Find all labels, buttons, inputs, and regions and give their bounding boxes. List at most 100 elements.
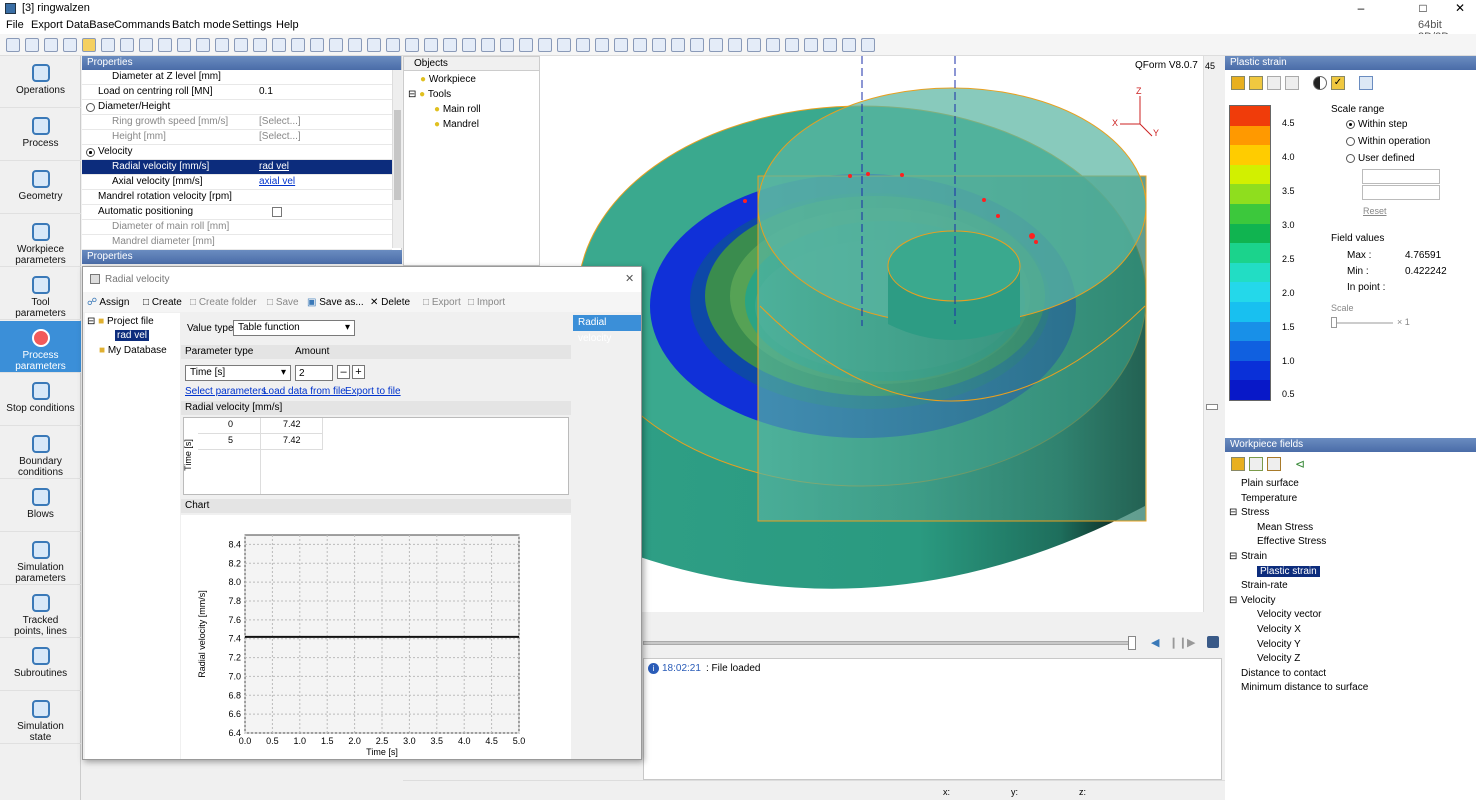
nav-simulation-state[interactable]: Simulation state [0,692,81,744]
field-velocity[interactable]: Velocity [1241,595,1275,606]
collapse-icon[interactable]: ⊟ [1229,551,1237,562]
nav-tracked-points-lines[interactable]: Tracked points, lines [0,586,81,638]
toolbar-button-33[interactable] [614,38,628,52]
object-tools[interactable]: ⊟ ● Tools [408,89,451,100]
nav-workpiece-parameters[interactable]: Workpiece parameters [0,215,81,267]
toolbar-button-41[interactable] [766,38,780,52]
object-main-roll[interactable]: ● Main roll [434,104,481,115]
toolbar-button-19[interactable] [348,38,362,52]
frame-slider[interactable]: 45 [1203,56,1220,612]
field-plain-surface[interactable]: Plain surface [1241,478,1299,489]
toolbar-button-16[interactable] [291,38,305,52]
toolbar-button-4[interactable] [63,38,77,52]
toolbar-button-32[interactable] [595,38,609,52]
menu-commands[interactable]: Commands [114,19,170,31]
nav-stop-conditions[interactable]: Stop conditions [0,374,81,426]
export-button[interactable]: □ Export [423,297,461,308]
user-max-field[interactable] [1362,169,1440,184]
toolbar-button-14[interactable] [253,38,267,52]
menu-database[interactable]: DataBase [66,19,114,31]
scale-icon[interactable] [1231,76,1245,90]
toolbar-button-44[interactable] [823,38,837,52]
property-row[interactable]: Diameter at Z level [mm] [82,70,392,85]
toolbar-button-45[interactable] [842,38,856,52]
properties-scrollbar[interactable] [392,70,402,248]
frame-slider-thumb[interactable] [1206,404,1218,410]
save-as-button[interactable]: ▣ Save as... [307,297,364,308]
nav-boundary-conditions[interactable]: Boundary conditions [0,427,81,479]
property-row[interactable]: Mandrel diameter [mm] [82,235,392,250]
nav-tool-parameters[interactable]: Tool parameters [0,268,81,320]
play-back-icon[interactable]: ◀ [1151,636,1159,649]
toolbar-button-27[interactable] [500,38,514,52]
fields-icon-1[interactable] [1231,457,1245,471]
toolbar-button-37[interactable] [690,38,704,52]
toolbar-button-15[interactable] [272,38,286,52]
property-row[interactable]: Diameter of main roll [mm] [82,220,392,235]
record-icon[interactable] [1207,636,1219,648]
field-stress[interactable]: Stress [1241,507,1269,518]
nav-process-parameters[interactable]: Process parameters [0,321,81,373]
toolbar-button-35[interactable] [652,38,666,52]
toolbar-button-7[interactable] [120,38,134,52]
toolbar-button-6[interactable] [101,38,115,52]
menu-help[interactable]: Help [276,19,299,31]
field-strain[interactable]: Strain [1241,551,1267,562]
fields-icon-2[interactable] [1249,457,1263,471]
contrast-icon[interactable] [1313,76,1327,90]
nav-operations[interactable]: Operations [0,56,81,108]
panel-icon[interactable] [1359,76,1373,90]
collapse-icon[interactable]: ⊟ [1229,595,1237,606]
field-velocity-y[interactable]: Velocity Y [1257,639,1301,650]
property-row[interactable]: Mandrel rotation velocity [rpm] [82,190,392,205]
toolbar-button-10[interactable] [177,38,191,52]
toolbar-button-43[interactable] [804,38,818,52]
field-effective-stress[interactable]: Effective Stress [1257,536,1326,547]
radio-within-step[interactable] [1346,120,1355,129]
field-velocity-z[interactable]: Velocity Z [1257,653,1300,664]
scale-alt-icon[interactable] [1249,76,1263,90]
export-file-link[interactable]: Export to file [345,386,401,397]
toolbar-button-18[interactable] [329,38,343,52]
property-radio[interactable] [86,148,95,157]
timeline-slider[interactable] [643,641,1133,645]
property-row[interactable]: Height [mm] [Select...] [82,130,392,145]
nav-geometry[interactable]: Geometry [0,162,81,214]
field-distance-to-contact[interactable]: Distance to contact [1241,668,1326,679]
toolbar-button-24[interactable] [443,38,457,52]
minimize-button[interactable]: – [1338,0,1384,18]
timeline-thumb[interactable] [1128,636,1136,650]
nav-subroutines[interactable]: Subroutines [0,639,81,691]
fields-icon-3[interactable] [1267,457,1281,471]
field-strain-rate[interactable]: Strain-rate [1241,580,1288,591]
pause-icon[interactable]: ❙❙ [1169,636,1187,649]
amount-input[interactable] [295,365,333,381]
menu-batch-mode[interactable]: Batch mode [172,19,231,31]
radio-within-operation[interactable] [1346,137,1355,146]
scale-slider-thumb[interactable] [1331,317,1337,328]
property-radio[interactable] [86,103,95,112]
legend-alt-icon[interactable] [1285,76,1299,90]
property-row[interactable]: Load on centring roll [MN] 0.1 [82,85,392,100]
dialog-close-button[interactable]: ✕ [625,272,634,285]
tree-my-database[interactable]: ■ My Database [99,345,167,356]
toolbar-button-22[interactable] [405,38,419,52]
toolbar-button-40[interactable] [747,38,761,52]
save-button[interactable]: □ Save [267,297,299,308]
toolbar-button-36[interactable] [671,38,685,52]
property-row[interactable]: Axial velocity [mm/s] axial vel [82,175,392,190]
close-button[interactable]: ✕ [1444,0,1476,18]
auto-positioning-checkbox[interactable] [272,207,282,217]
reset-link[interactable]: Reset [1363,206,1387,216]
select-parameters-link[interactable]: Select parameters [185,386,266,397]
field-plastic-strain[interactable]: Plastic strain [1257,565,1320,577]
dialog-right-tab[interactable]: Radial velocity [573,315,641,344]
property-row[interactable]: Radial velocity [mm/s] rad vel [82,160,392,175]
toolbar-button-8[interactable] [139,38,153,52]
object-mandrel[interactable]: ● Mandrel [434,119,479,130]
toolbar-button-42[interactable] [785,38,799,52]
field-velocity-x[interactable]: Velocity X [1257,624,1301,635]
toolbar-button-46[interactable] [861,38,875,52]
menu-file[interactable]: File [6,19,24,31]
3d-viewport[interactable]: Z X Y QForm V8.0.7 [540,56,1220,612]
